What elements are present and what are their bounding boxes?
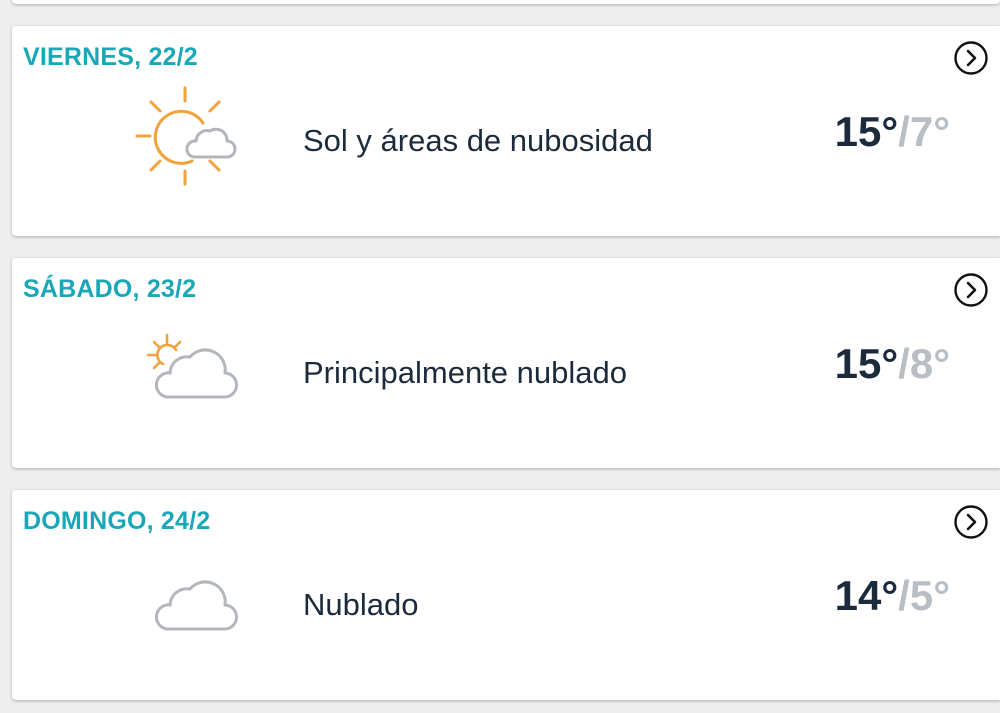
chevron-right-icon[interactable] (954, 41, 988, 75)
condition-text: Nublado (303, 587, 419, 622)
temperature-range: 14°/5° (835, 572, 950, 620)
high-temperature: 15° (834, 340, 899, 387)
forecast-card[interactable]: VIERNES, 22/2 Sol y áreas de nubosidad 1… (12, 26, 1000, 236)
forecast-card[interactable]: SÁBADO, 23/2 Principalmente nublado 15°/… (12, 258, 1000, 468)
mostly-cloudy-icon (146, 333, 238, 399)
day-label: SÁBADO, 23/2 (23, 275, 197, 303)
temperature-range: 15°/7° (835, 108, 950, 156)
low-temperature: /8° (898, 340, 950, 387)
forecast-card[interactable]: DOMINGO, 24/2 Nublado 14°/5° (12, 490, 1000, 700)
cloud-icon (154, 580, 238, 631)
condition-text: Sol y áreas de nubosidad (303, 123, 653, 158)
low-temperature: /7° (898, 108, 950, 155)
high-temperature: 14° (834, 572, 899, 619)
previous-day-card[interactable] (12, 0, 1000, 4)
day-label: VIERNES, 22/2 (23, 43, 198, 71)
condition-text: Principalmente nublado (303, 355, 627, 390)
temperature-range: 15°/8° (835, 340, 950, 388)
sun-and-cloud-icon (135, 86, 237, 186)
day-label: DOMINGO, 24/2 (23, 507, 211, 535)
high-temperature: 15° (834, 108, 899, 155)
low-temperature: /5° (898, 572, 950, 619)
chevron-right-icon[interactable] (954, 505, 988, 539)
forecast-page: VIERNES, 22/2 Sol y áreas de nubosidad 1… (0, 0, 1000, 713)
chevron-right-icon[interactable] (954, 273, 988, 307)
